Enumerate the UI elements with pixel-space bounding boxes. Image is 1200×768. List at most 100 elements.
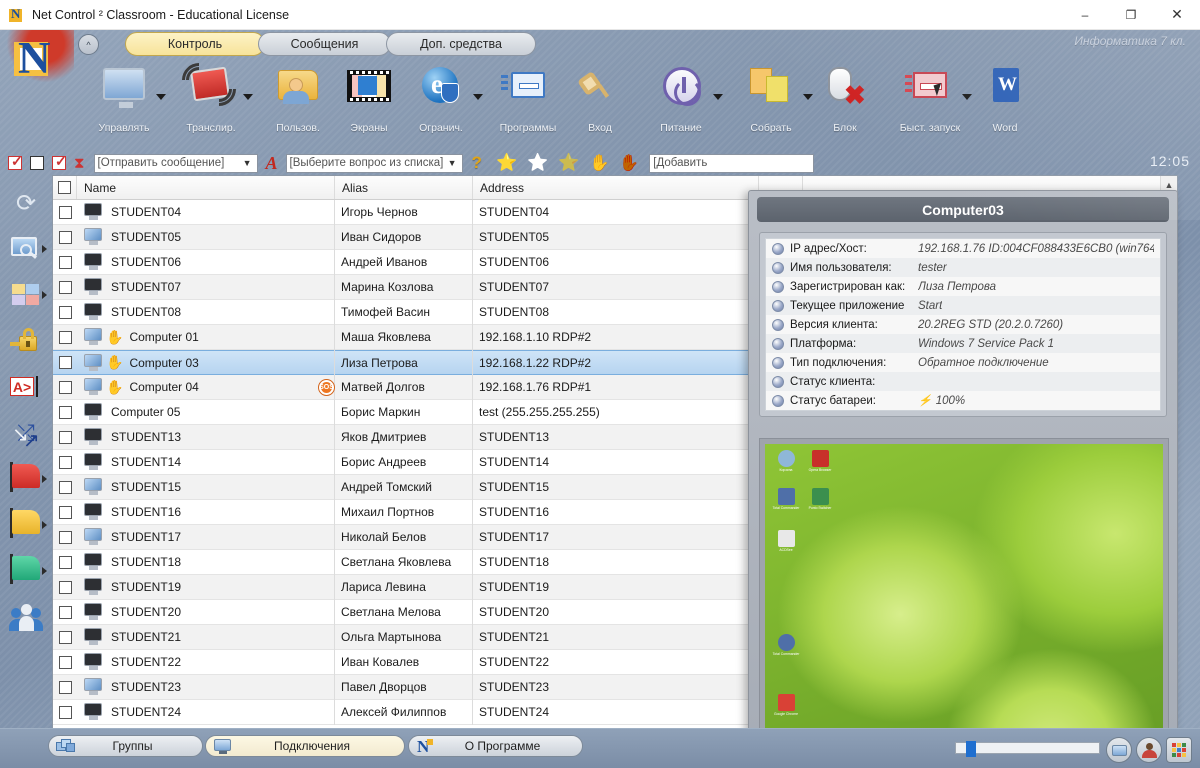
cell-alias: Николай Белов	[335, 525, 473, 550]
row-checkbox[interactable]	[53, 381, 77, 394]
row-checkbox[interactable]	[53, 581, 77, 594]
row-checkbox[interactable]	[53, 506, 77, 519]
yellow-hand-icon[interactable]: ✋	[589, 153, 609, 173]
row-checkbox[interactable]	[53, 231, 77, 244]
row-checkbox[interactable]	[53, 206, 77, 219]
add-combo-placeholder: [Добавить	[653, 157, 810, 169]
column-header-address[interactable]: Address	[473, 176, 759, 199]
row-checkbox[interactable]	[53, 456, 77, 469]
users-icon[interactable]	[7, 598, 45, 636]
ribbon-button-manage[interactable]: Управлять	[88, 58, 160, 146]
ribbon-button-word[interactable]: W Word	[975, 58, 1035, 146]
clock-label: 12:05	[1150, 153, 1190, 169]
ribbon-button-power[interactable]: Питание	[645, 58, 717, 146]
ribbon-button-users[interactable]: Пользов.	[262, 58, 334, 146]
tab-messages[interactable]: Сообщения	[258, 32, 391, 56]
red-flag-icon[interactable]	[7, 460, 45, 498]
silver-star-icon[interactable]: ⭐	[527, 153, 548, 173]
maximize-button[interactable]: ❐	[1108, 0, 1154, 30]
remote-screen-preview[interactable]: КорзинаTotal CommanderACDSeeTotal Comman…	[759, 438, 1169, 768]
cell-address: STUDENT05	[473, 225, 759, 250]
red-A-icon[interactable]: A	[266, 153, 278, 174]
question-mark-icon[interactable]: ?	[472, 153, 482, 173]
row-checkbox[interactable]	[53, 481, 77, 494]
uncheck-all-checkbox[interactable]	[30, 156, 44, 170]
ribbon-button-screens[interactable]: Экраны	[333, 58, 405, 146]
row-checkbox[interactable]	[53, 656, 77, 669]
lock-icon[interactable]	[7, 322, 45, 360]
red-hand-icon[interactable]: ✋	[619, 153, 639, 173]
detail-label: Зарегистрирован как:	[790, 281, 910, 293]
ribbon-button-login[interactable]: Вход	[570, 58, 630, 146]
row-checkbox[interactable]	[53, 281, 77, 294]
row-checkbox[interactable]	[53, 256, 77, 269]
slider-knob[interactable]	[966, 741, 976, 757]
screen-view-icon[interactable]	[1106, 737, 1132, 763]
row-checkbox[interactable]	[53, 331, 77, 344]
question-select[interactable]: [Выберите вопрос из списка] ▼	[286, 154, 463, 173]
monitor-on-icon	[83, 678, 105, 696]
screen-zoom-icon[interactable]	[7, 230, 45, 268]
bottom-button-connections[interactable]: Подключения	[205, 735, 405, 757]
user-view-icon[interactable]	[1136, 737, 1162, 763]
remote-desktop-image[interactable]: КорзинаTotal CommanderACDSeeTotal Comman…	[765, 444, 1163, 768]
desktop-icon: Opera Browser	[805, 450, 835, 472]
row-checkbox[interactable]	[53, 531, 77, 544]
swap-arrows-icon[interactable]: ⤮ ↘ ↗	[7, 414, 45, 452]
tab-tools[interactable]: Доп. средства	[386, 32, 536, 56]
detail-value: Windows 7 Service Pack 1	[918, 338, 1054, 350]
bottom-button-groups[interactable]: Группы	[48, 735, 203, 757]
cell-name: STUDENT19	[77, 575, 335, 600]
cell-alias: Алексей Филиппов	[335, 700, 473, 725]
minimize-button[interactable]: –	[1062, 0, 1108, 30]
ribbon-button-block[interactable]: ✖ Блок	[815, 58, 875, 146]
row-checkbox[interactable]	[53, 406, 77, 419]
grid-view-icon[interactable]	[1166, 737, 1192, 763]
ribbon-button-programs[interactable]: Программы	[490, 58, 566, 146]
cell-name-text: Computer 05	[111, 405, 180, 419]
cell-address: STUDENT07	[473, 275, 759, 300]
ribbon-button-restrict[interactable]: e Огранич.	[405, 58, 477, 146]
groups-icon	[55, 737, 77, 755]
cell-alias: Михаил Портнов	[335, 500, 473, 525]
gold-star-icon[interactable]: ⭐	[496, 153, 517, 173]
ribbon-button-quicklaunch[interactable]: Быст. запуск	[890, 58, 970, 146]
row-checkbox[interactable]	[53, 681, 77, 694]
text-input-icon[interactable]: A>	[7, 368, 45, 406]
collapse-ribbon-button[interactable]: ^	[78, 34, 99, 55]
column-header-alias[interactable]: Alias	[335, 176, 473, 199]
cell-name-text: Computer 04	[129, 380, 198, 394]
refresh-icon[interactable]: ⟳	[7, 184, 45, 222]
ribbon-button-broadcast[interactable]: Транслир.	[175, 58, 247, 146]
quad-grid-icon[interactable]	[7, 276, 45, 314]
check-all-checkbox[interactable]: ✓	[8, 156, 22, 170]
cell-address: STUDENT16	[473, 500, 759, 525]
row-checkbox[interactable]	[53, 706, 77, 719]
yellow-flag-icon[interactable]	[7, 506, 45, 544]
close-button[interactable]: ✕	[1154, 0, 1200, 30]
row-checkbox[interactable]	[53, 356, 77, 369]
bottom-button-about[interactable]: N О Программе	[408, 735, 583, 757]
row-checkbox[interactable]	[53, 306, 77, 319]
row-checkbox[interactable]	[53, 556, 77, 569]
row-checkbox[interactable]	[53, 431, 77, 444]
invert-selection-checkbox[interactable]: ✓	[52, 156, 66, 170]
hourglass-icon[interactable]: ⧗	[74, 156, 85, 171]
row-checkbox[interactable]	[53, 606, 77, 619]
cell-address: STUDENT06	[473, 250, 759, 275]
bronze-star-icon[interactable]: ⭐	[558, 153, 579, 173]
bullet-icon	[772, 357, 784, 369]
ribbon-button-collect[interactable]: Собрать	[735, 58, 807, 146]
tab-control[interactable]: Контроль	[125, 32, 265, 56]
chevron-down-icon[interactable]: ▼	[446, 158, 459, 168]
chevron-down-icon[interactable]: ▼	[241, 158, 254, 168]
cell-address: STUDENT18	[473, 550, 759, 575]
row-checkbox[interactable]	[53, 631, 77, 644]
add-combo-input[interactable]: [Добавить	[649, 154, 814, 173]
bottom-button-label: Группы	[77, 739, 202, 753]
send-message-input[interactable]: [Отправить сообщение] ▼	[94, 154, 258, 173]
green-flag-icon[interactable]	[7, 552, 45, 590]
thumbnail-size-slider[interactable]	[955, 742, 1100, 754]
column-header-name[interactable]: Name	[77, 176, 335, 199]
select-all-checkbox[interactable]	[53, 176, 77, 199]
